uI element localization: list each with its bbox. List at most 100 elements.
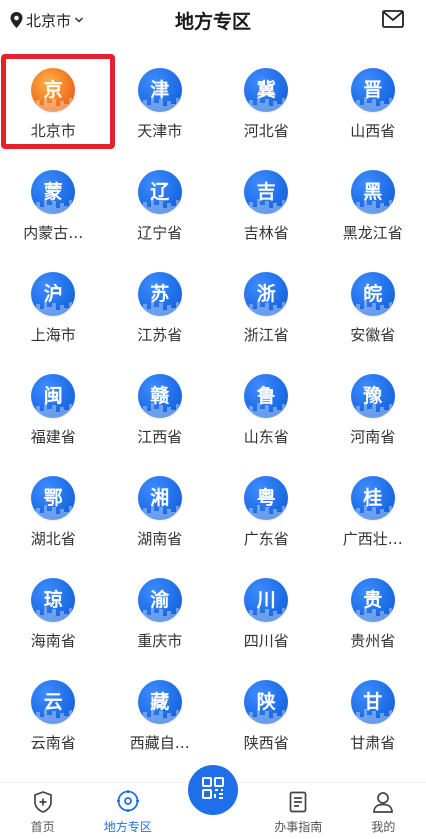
region-item[interactable]: 陕陕西省: [213, 664, 320, 766]
app-root: 北京市 地方专区 京北京市津天津市冀河北省晋山西省蒙内蒙古… 辽辽宁省吉吉林省黑黑…: [0, 0, 426, 839]
region-item[interactable]: 浙浙江省: [213, 256, 320, 358]
region-label: 安徽省: [350, 326, 396, 344]
region-label: 天津市: [137, 122, 183, 140]
top-bar: 北京市 地方专区: [0, 0, 426, 44]
region-emblem-char: 豫: [363, 384, 383, 407]
region-emblem-icon: 赣: [137, 374, 182, 418]
region-emblem-icon: 川: [244, 578, 289, 622]
region-item[interactable]: 赣江西省: [107, 358, 214, 460]
region-emblem-icon: 冀: [244, 68, 289, 112]
region-label: 广东省: [243, 530, 289, 548]
region-emblem-icon: 辽: [137, 170, 182, 214]
region-label: 湖南省: [137, 530, 183, 548]
region-item[interactable]: 湘湖南省: [107, 460, 214, 562]
region-item[interactable]: 云云南省: [0, 664, 107, 766]
region-item[interactable]: 甘甘肃省: [320, 664, 426, 766]
region-emblem-icon: 浙: [244, 272, 289, 316]
region-item[interactable]: 晋山西省: [320, 52, 426, 154]
user-icon: [373, 792, 394, 813]
nav-guide-label: 办事指南: [274, 820, 323, 834]
region-item[interactable]: 豫河南省: [320, 358, 426, 460]
region-label: 西藏自…: [129, 734, 190, 752]
region-item[interactable]: 闽福建省: [0, 358, 107, 460]
region-item[interactable]: 藏西藏自…: [107, 664, 214, 766]
region-label: 河北省: [243, 122, 289, 140]
region-emblem-icon: 苏: [137, 272, 182, 316]
region-item[interactable]: 苏江苏省: [107, 256, 214, 358]
region-emblem-char: 皖: [363, 282, 383, 305]
region-emblem-icon: 藏: [137, 680, 182, 724]
region-item[interactable]: 吉吉林省: [213, 154, 320, 256]
region-emblem-char: 陕: [256, 690, 276, 713]
region-label: 甘肃省: [350, 734, 396, 752]
region-item[interactable]: 鲁山东省: [213, 358, 320, 460]
region-emblem-char: 桂: [363, 486, 383, 509]
region-item[interactable]: 川四川省: [213, 562, 320, 664]
region-label: 山东省: [243, 428, 289, 446]
region-item[interactable]: 贵贵州省: [320, 562, 426, 664]
mail-icon[interactable]: [382, 10, 404, 28]
region-item[interactable]: 粤广东省: [213, 460, 320, 562]
region-label: 海南省: [30, 632, 76, 650]
region-emblem-icon: 陕: [244, 680, 289, 724]
region-label: 上海市: [30, 326, 76, 344]
nav-mine[interactable]: 我的: [341, 783, 426, 839]
region-emblem-icon: 皖: [350, 272, 395, 316]
region-item[interactable]: 京北京市: [0, 52, 115, 154]
region-item[interactable]: 津天津市: [107, 52, 214, 154]
page-title: 地方专区: [174, 11, 251, 33]
region-emblem-icon: 甘: [350, 680, 395, 724]
region-label: 云南省: [30, 734, 76, 752]
compass-icon: [116, 790, 139, 812]
region-emblem-char: 贵: [363, 588, 383, 611]
region-emblem-char: 琼: [43, 588, 63, 611]
region-emblem-char: 蒙: [43, 180, 63, 203]
region-label: 江西省: [137, 428, 183, 446]
shield-plus-icon: [33, 791, 52, 813]
region-label: 吉林省: [243, 224, 289, 242]
region-emblem-char: 黑: [363, 180, 383, 203]
region-item[interactable]: 琼海南省: [0, 562, 107, 664]
region-emblem-char: 晋: [363, 78, 383, 101]
region-item[interactable]: 黑黑龙江省: [320, 154, 426, 256]
region-emblem-icon: 闽: [31, 374, 76, 418]
region-row: 沪上海市苏江苏省浙浙江省皖安徽省: [0, 256, 426, 358]
nav-local-label: 地方专区: [103, 820, 152, 834]
region-emblem-icon: 桂: [350, 476, 395, 520]
nav-scan[interactable]: [170, 761, 255, 839]
nav-local[interactable]: 地方专区: [85, 783, 170, 839]
region-label: 贵州省: [350, 632, 396, 650]
region-label: 四川省: [243, 632, 289, 650]
region-label: 广西壮…: [342, 530, 403, 548]
scan-button-inner: [188, 765, 238, 815]
region-label: 河南省: [350, 428, 396, 446]
region-label: 内蒙古…: [23, 224, 84, 242]
region-emblem-icon: 黑: [350, 170, 395, 214]
region-emblem-char: 冀: [256, 78, 276, 101]
region-item[interactable]: 沪上海市: [0, 256, 107, 358]
region-row: 京北京市津天津市冀河北省晋山西省: [0, 52, 426, 154]
region-row: 云云南省藏西藏自… 陕陕西省甘甘肃省: [0, 664, 426, 766]
region-item[interactable]: 皖安徽省: [320, 256, 426, 358]
region-label: 江苏省: [137, 326, 183, 344]
region-item[interactable]: 蒙内蒙古…: [0, 154, 107, 256]
region-emblem-icon: 鄂: [31, 476, 76, 520]
region-item[interactable]: 鄂湖北省: [0, 460, 107, 562]
region-emblem-char: 渝: [150, 588, 170, 611]
region-label: 山西省: [350, 122, 396, 140]
region-row: 琼海南省渝重庆市川四川省贵贵州省: [0, 562, 426, 664]
scan-button[interactable]: [184, 761, 242, 819]
region-label: 重庆市: [137, 632, 183, 650]
nav-home[interactable]: 首页: [0, 783, 85, 839]
nav-guide[interactable]: 办事指南: [256, 783, 341, 839]
region-item[interactable]: 渝重庆市: [107, 562, 214, 664]
nav-mine-label: 我的: [371, 820, 396, 834]
region-item[interactable]: 桂广西壮…: [320, 460, 426, 562]
region-emblem-icon: 京: [31, 68, 76, 112]
region-emblem-char: 川: [256, 588, 276, 611]
region-emblem-char: 粤: [256, 486, 276, 509]
region-emblem-icon: 湘: [137, 476, 182, 520]
qr-scan-icon: [202, 776, 224, 799]
region-item[interactable]: 冀河北省: [213, 52, 320, 154]
region-item[interactable]: 辽辽宁省: [107, 154, 214, 256]
